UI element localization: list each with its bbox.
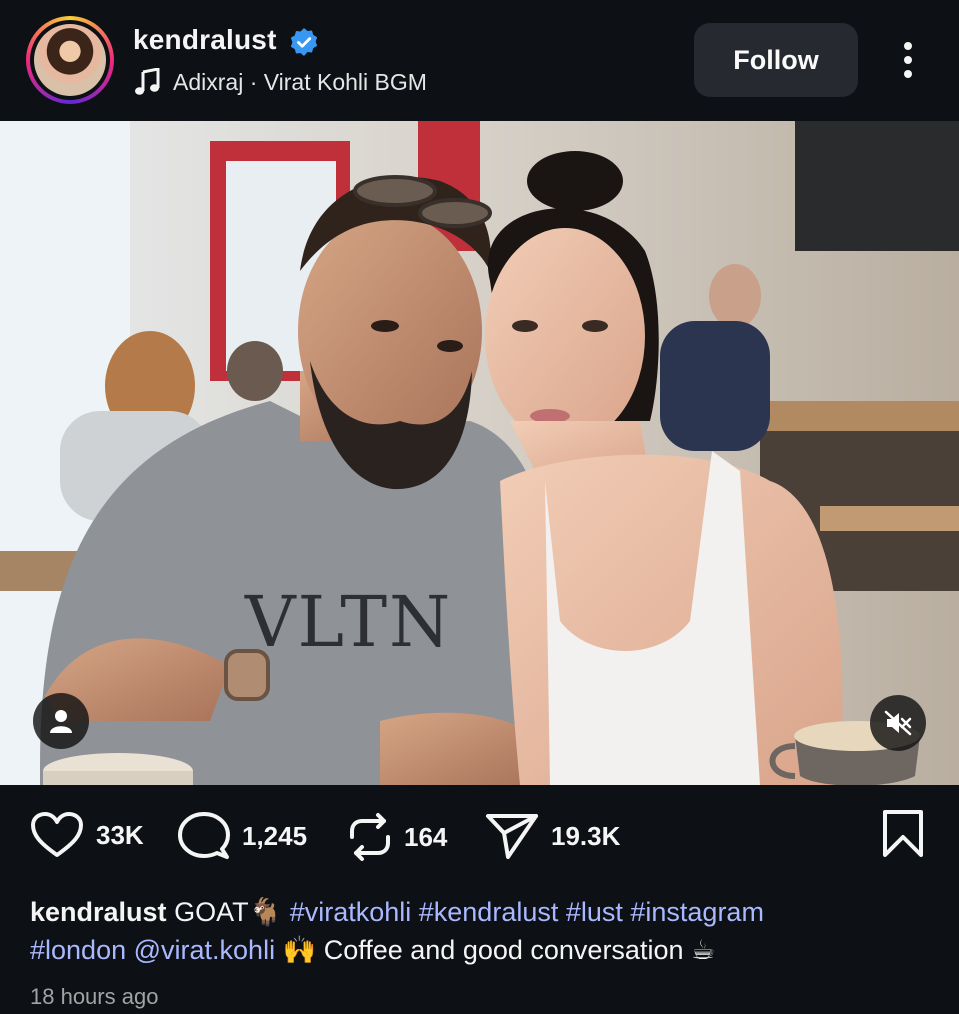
- bookmark-icon[interactable]: [881, 809, 925, 859]
- repost-icon[interactable]: [348, 811, 392, 863]
- caption-hashtag-london[interactable]: #london: [30, 935, 126, 965]
- caption-text: GOAT🐐: [174, 897, 283, 927]
- post-caption: kendralust GOAT🐐 #viratkohli #kendralust…: [30, 893, 930, 969]
- post-timestamp: 18 hours ago: [30, 984, 159, 1009]
- username[interactable]: kendralust: [133, 24, 277, 56]
- like-action[interactable]: 33K: [30, 811, 144, 859]
- heart-icon[interactable]: [30, 811, 84, 859]
- shares-count[interactable]: 19.3K: [551, 821, 620, 852]
- shirt-text: VLTN: [244, 581, 452, 663]
- repost-action[interactable]: 164: [348, 811, 447, 863]
- post-header: kendralust Adixraj · Virat Kohli BGM Fol…: [0, 0, 959, 121]
- share-action[interactable]: 19.3K: [485, 811, 620, 861]
- post-photo[interactable]: VLTN: [0, 121, 959, 785]
- audio-track[interactable]: Adixraj · Virat Kohli BGM: [173, 69, 427, 96]
- photo-illustration: VLTN: [0, 121, 959, 785]
- comment-action[interactable]: 1,245: [178, 811, 307, 861]
- caption-username[interactable]: kendralust: [30, 897, 167, 927]
- comments-count[interactable]: 1,245: [242, 821, 307, 852]
- reposts-count[interactable]: 164: [404, 822, 447, 853]
- caption-hashtags[interactable]: #viratkohli #kendralust #lust #instagram: [290, 897, 764, 927]
- post-actions: 33K 1,245 164 19.3K: [0, 785, 959, 885]
- caption-text-end: 🙌 Coffee and good conversation ☕: [282, 935, 716, 965]
- send-icon[interactable]: [485, 811, 539, 861]
- avatar[interactable]: [26, 16, 114, 104]
- likes-count[interactable]: 33K: [96, 820, 144, 851]
- verified-badge-icon: [290, 28, 318, 56]
- comment-icon[interactable]: [178, 811, 230, 861]
- user-tag-icon: [50, 710, 72, 733]
- tag-people-button[interactable]: [33, 693, 89, 749]
- caption-mention[interactable]: @virat.kohli: [134, 935, 275, 965]
- more-options-icon[interactable]: [896, 40, 920, 80]
- music-note-icon: [135, 68, 160, 95]
- muted-speaker-icon: [884, 710, 912, 736]
- follow-button[interactable]: Follow: [694, 23, 858, 97]
- mute-button[interactable]: [870, 695, 926, 751]
